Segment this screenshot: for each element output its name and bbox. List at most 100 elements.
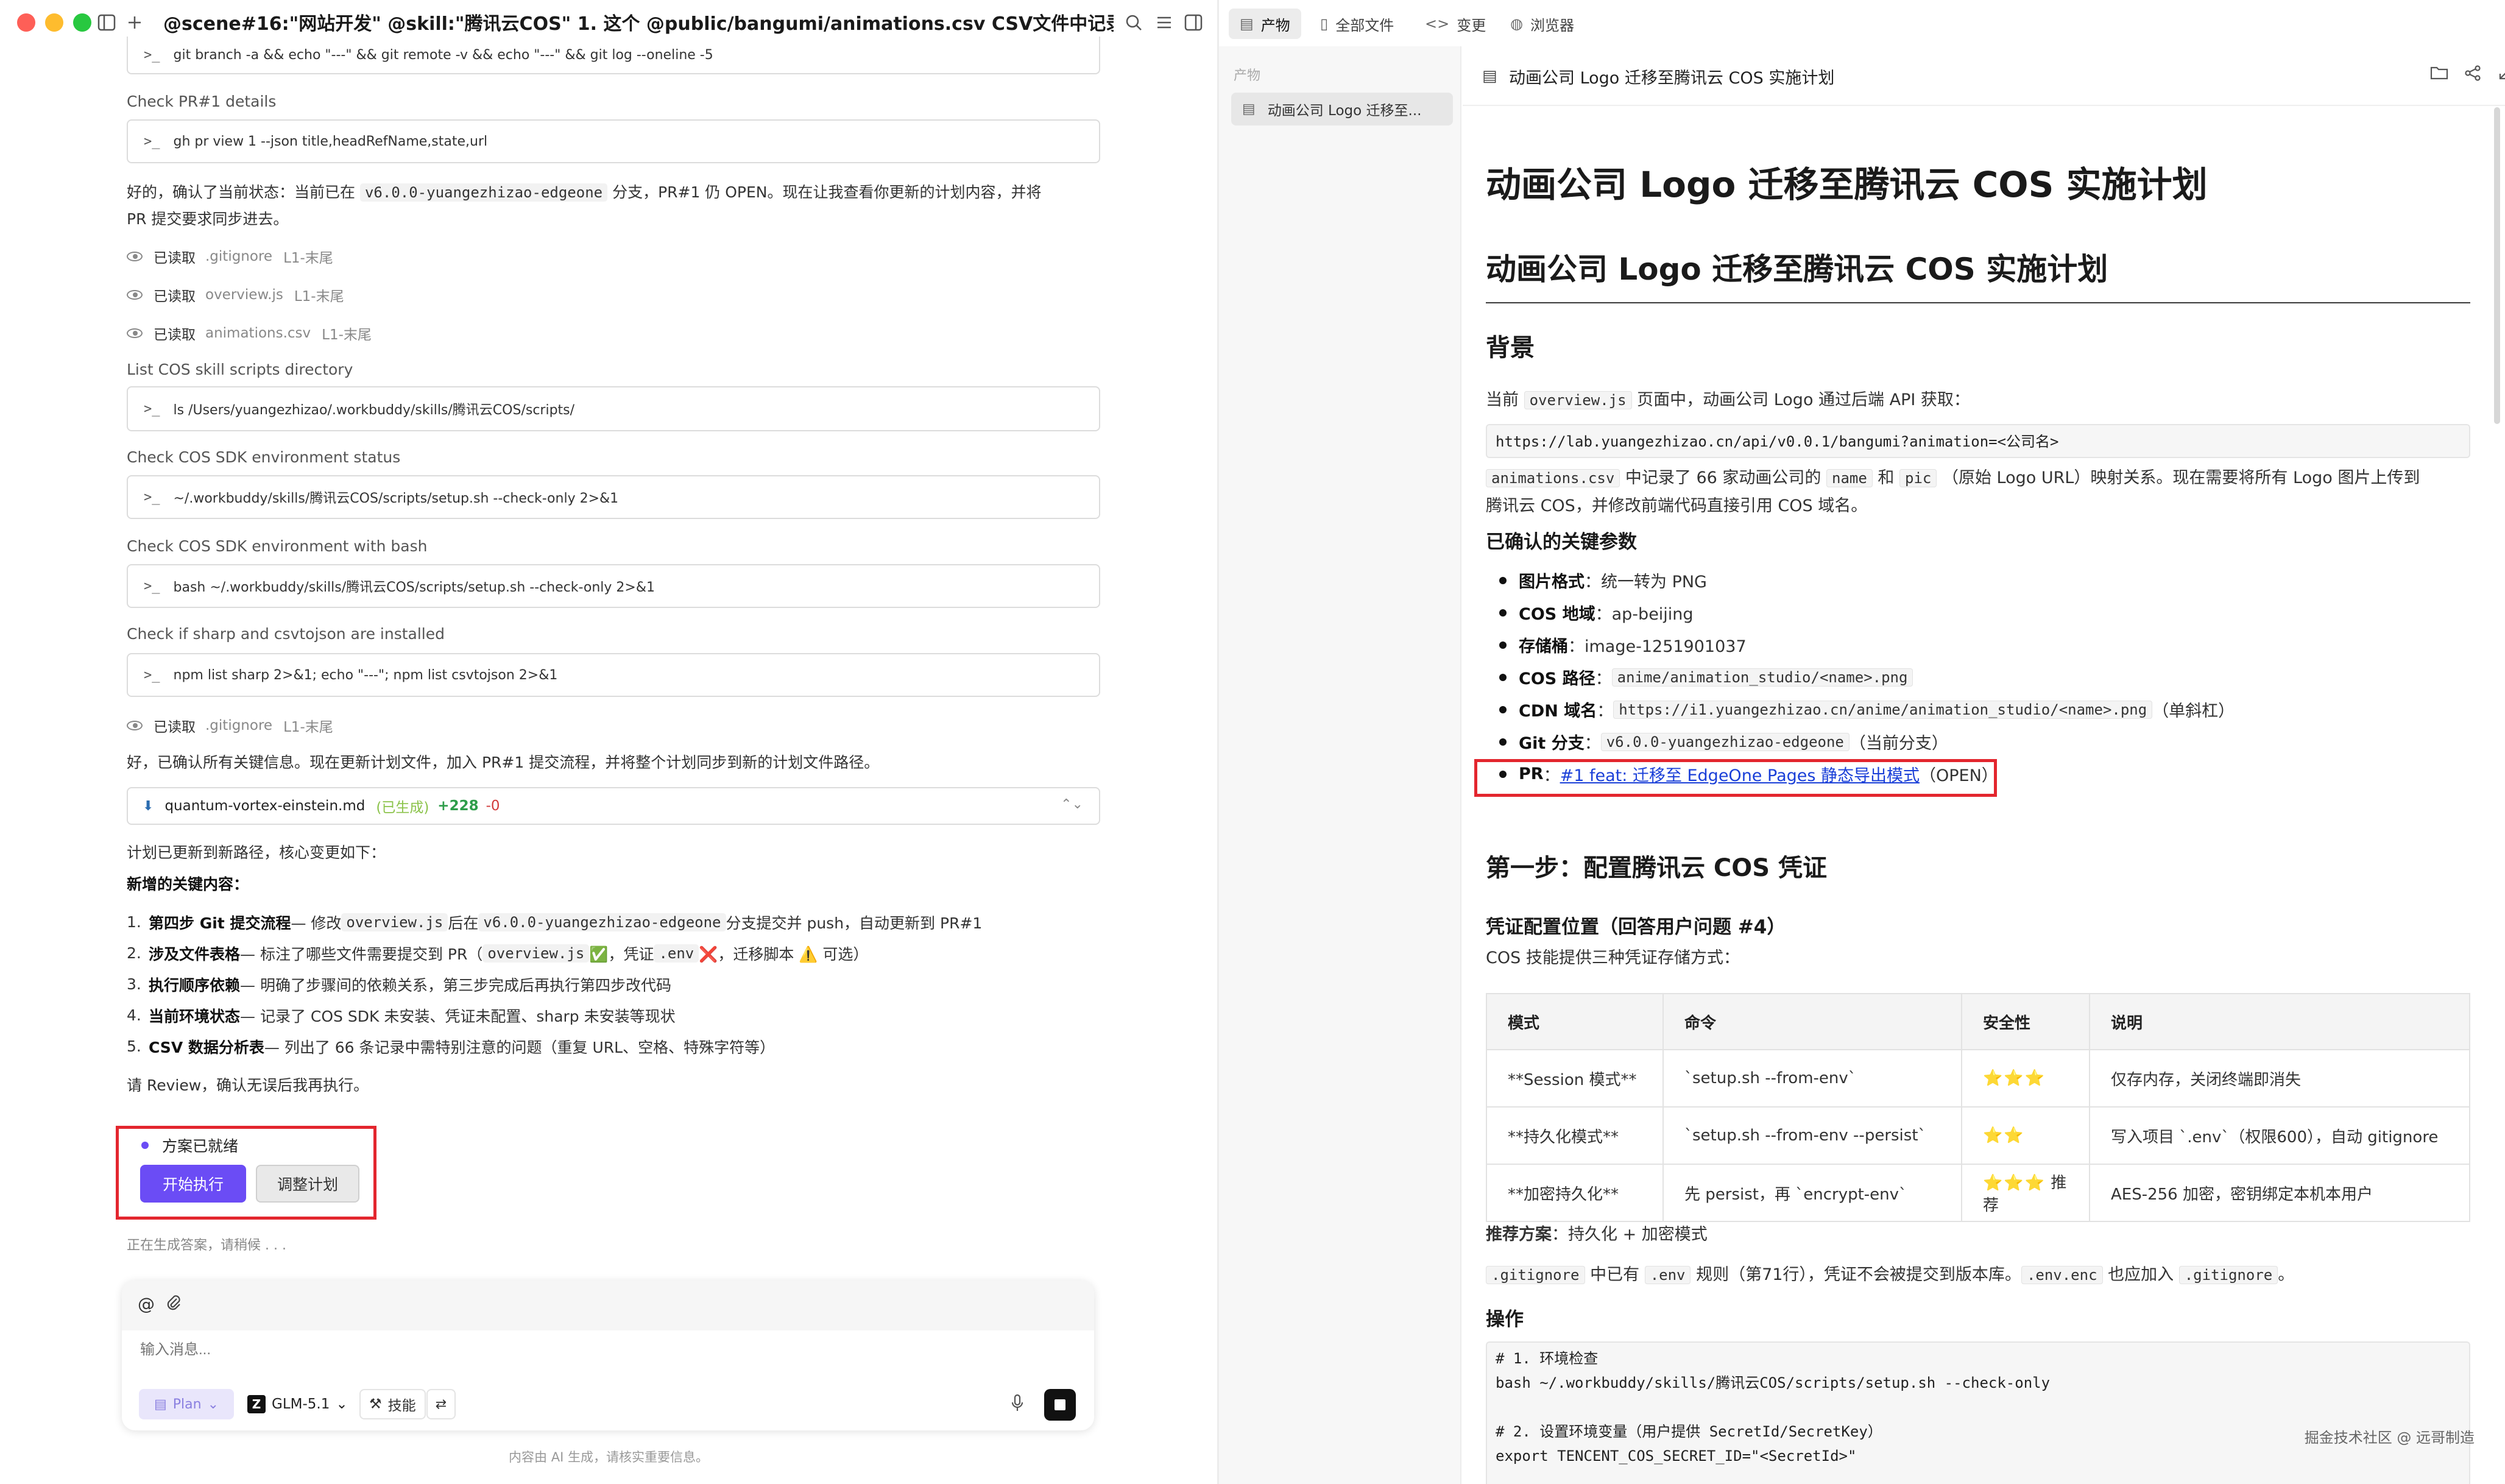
list-item: COS 地域 ：ap-beijing (1486, 596, 2470, 629)
step-label: Check COS SDK environment with bash (127, 537, 428, 555)
model-selector[interactable]: Z GLM-5.1 ⌄ (247, 1389, 348, 1419)
tab-browser[interactable]: ◍ 浏览器 (1499, 9, 1585, 39)
list-heading: 新增的关键内容： (127, 875, 249, 893)
eye-icon (127, 328, 143, 338)
paragraph: .gitignore 中已有 .env 规则（第71行），凭证不会被提交到版本库… (1486, 1261, 2470, 1289)
artifacts-sidebar: 产物 ▤ 动画公司 Logo 迁移至... (1219, 46, 1461, 1484)
share-icon[interactable] (2464, 65, 2481, 86)
assistant-message: 好，已确认所有关键信息。现在更新计划文件，加入 PR#1 提交流程，并将整个计划… (127, 754, 880, 771)
composer-toolbar: @ (122, 1281, 1094, 1330)
tab-all-files[interactable]: ▯ 全部文件 (1309, 9, 1405, 39)
expand-chevron-icon[interactable]: ⌃⌄ (1061, 797, 1083, 812)
table-header: 命令 (1662, 993, 1962, 1050)
close-window-button[interactable] (17, 13, 35, 32)
list-item: 3. 执行顺序依赖 — 明确了步骤间的依赖关系，第三步完成后再执行第四步改代码 (127, 975, 671, 994)
skills-button[interactable]: ⚒ 技能 (359, 1389, 426, 1419)
command-text: ~/.workbuddy/skills/腾讯云COS/scripts/setup… (173, 491, 619, 506)
file-download-icon: ⬇ (143, 798, 154, 814)
attach-icon[interactable] (166, 1294, 182, 1315)
paragraph: 当前 overview.js 页面中，动画公司 Logo 通过后端 API 获取… (1486, 390, 1970, 409)
terminal-prompt-icon: >_ (144, 133, 160, 149)
document-title: 动画公司 Logo 迁移至腾讯云 COS 实施计划 (1509, 69, 1835, 88)
document-heading: 动画公司 Logo 迁移至腾讯云 COS 实施计划 (1486, 164, 2208, 205)
command-block[interactable]: >_ ls /Users/yuangezhizao/.workbuddy/ski… (127, 386, 1100, 431)
step-label: Check if sharp and csvtojson are install… (127, 625, 445, 643)
paragraph: 推荐方案：持久化 + 加密模式 (1486, 1225, 1708, 1244)
document-scrollbar[interactable] (2494, 107, 2500, 424)
tab-artifacts[interactable]: ▤ 产物 (1229, 9, 1301, 39)
chevron-down-icon: ⌄ (336, 1396, 348, 1412)
list-item: 图片格式 ：统一转为 PNG (1486, 564, 2470, 596)
message-input[interactable] (140, 1341, 1054, 1359)
tab-changes[interactable]: <> 变更 (1414, 9, 1497, 39)
panel-toggle-icon[interactable] (1182, 11, 1205, 34)
command-text: gh pr view 1 --json title,headRefName,st… (173, 133, 488, 149)
subsection-heading: 已确认的关键参数 (1486, 531, 1637, 553)
generated-file-card[interactable]: ⬇ quantum-vortex-einstein.md (已生成) +228 … (127, 787, 1100, 825)
clipboard-icon: ▤ (154, 1396, 167, 1412)
list-item: Git 分支： v6.0.0-yuangezhizao-edgeone （当前分支） (1486, 726, 2470, 758)
adjust-plan-button[interactable]: 调整计划 (256, 1165, 359, 1203)
table-header: 模式 (1486, 993, 1664, 1050)
maximize-window-button[interactable] (73, 13, 91, 32)
command-block[interactable]: >_ ~/.workbuddy/skills/腾讯云COS/scripts/se… (127, 475, 1100, 519)
status-dot-icon (141, 1142, 149, 1149)
terminal-prompt-icon: >_ (144, 489, 160, 505)
artifact-item[interactable]: ▤ 动画公司 Logo 迁移至... (1231, 93, 1453, 125)
read-file-row[interactable]: 已读取 .gitignore L1-末尾 (127, 715, 333, 736)
credentials-table: 模式 命令 安全性 说明 **Session 模式** `setup.sh --… (1486, 993, 2470, 1222)
command-block[interactable]: >_ gh pr view 1 --json title,headRefName… (127, 119, 1100, 163)
command-text: git branch -a && echo "---" && git remot… (173, 47, 713, 63)
plan-status: 方案已就绪 (141, 1134, 238, 1156)
new-chat-icon[interactable] (123, 11, 146, 34)
menu-icon[interactable] (1153, 11, 1176, 34)
eye-icon (127, 252, 143, 261)
generating-status: 正在生成答案，请稍候 . . . (127, 1238, 286, 1253)
assistant-message: 请 Review，确认无误后我再执行。 (127, 1076, 369, 1094)
plan-mode-chip[interactable]: ▤ Plan ⌄ (139, 1389, 234, 1419)
document-header: ▤ 动画公司 Logo 迁移至腾讯云 COS 实施计划 (1463, 46, 2505, 106)
command-block[interactable]: >_ npm list sharp 2>&1; echo "---"; npm … (127, 653, 1100, 697)
eye-icon (127, 721, 143, 730)
mention-icon[interactable]: @ (138, 1294, 155, 1314)
list-item: 存储桶 ：image-1251901037 (1486, 629, 2470, 661)
file-icon: ▯ (1320, 15, 1329, 32)
list-item: 5. CSV 数据分析表 — 列出了 66 条记录中需特别注意的问题（重复 URL… (127, 1037, 776, 1056)
read-file-row[interactable]: 已读取 animations.csv L1-末尾 (127, 323, 372, 344)
document-icon: ▤ (1240, 15, 1254, 32)
command-block[interactable]: >_ bash ~/.workbuddy/skills/腾讯云COS/scrip… (127, 564, 1100, 608)
command-text: npm list sharp 2>&1; echo "---"; npm lis… (173, 667, 558, 683)
paragraph: animations.csv 中记录了 66 家动画公司的 name 和 pic… (1486, 468, 2420, 515)
sidebar-toggle-icon[interactable] (95, 11, 118, 34)
stop-icon (1055, 1399, 1065, 1410)
operations-code-block: # 1. 环境检查 bash ~/.workbuddy/skills/腾讯云COS… (1486, 1341, 2470, 1484)
table-row: **持久化模式** `setup.sh --from-env --persist… (1486, 1106, 2470, 1165)
expand-icon[interactable] (2498, 65, 2505, 85)
globe-icon: ◍ (1510, 15, 1523, 32)
folder-open-icon[interactable] (2430, 65, 2448, 85)
terminal-prompt-icon: >_ (144, 47, 160, 63)
right-tab-bar: ▤ 产物 ▯ 全部文件 <> 变更 ◍ 浏览器 (1219, 0, 2505, 46)
microphone-icon[interactable] (1011, 1394, 1023, 1416)
star-rating: ⭐⭐⭐ (1983, 1069, 2046, 1087)
minimize-window-button[interactable] (45, 13, 63, 32)
read-file-row[interactable]: 已读取 overview.js L1-末尾 (127, 284, 344, 305)
list-item: 2. 涉及文件表格 — 标注了哪些文件需要提交到 PR（ overview.js ✅… (127, 944, 869, 963)
change-list: 1. 第四步 Git 提交流程 — 修改 overview.js 后在 v6.0.… (127, 906, 1114, 1062)
stop-generation-button[interactable] (1044, 1389, 1076, 1421)
command-block[interactable]: >_ git branch -a && echo "---" && git re… (127, 37, 1100, 74)
params-list: 图片格式 ：统一转为 PNG COS 地域 ：ap-beijing 存储桶 ：imag… (1486, 564, 2470, 790)
search-icon[interactable] (1122, 11, 1145, 34)
list-item: 4. 当前环境状态 — 记录了 COS SDK 未安装、凭证未配置、sharp 未… (127, 1006, 676, 1025)
tools-button[interactable]: ⇄ (426, 1389, 456, 1419)
table-row: **加密持久化** 先 persist，再 `encrypt-env` ⭐⭐⭐ … (1486, 1164, 2470, 1222)
terminal-prompt-icon: >_ (144, 578, 160, 594)
table-header: 安全性 (1961, 993, 2090, 1050)
read-file-row[interactable]: 已读取 .gitignore L1-末尾 (127, 246, 333, 267)
terminal-prompt-icon: >_ (144, 401, 160, 417)
api-url-code: https://lab.yuangezhizao.cn/api/v0.0.1/b… (1486, 424, 2470, 458)
start-execution-button[interactable]: 开始执行 (140, 1165, 246, 1203)
list-item: COS 路径： anime/animation_studio/<name>.png (1486, 661, 2470, 693)
section-heading: 背景 (1486, 334, 1535, 362)
ai-disclaimer: 内容由 AI 生成，请核实重要信息。 (509, 1450, 708, 1465)
